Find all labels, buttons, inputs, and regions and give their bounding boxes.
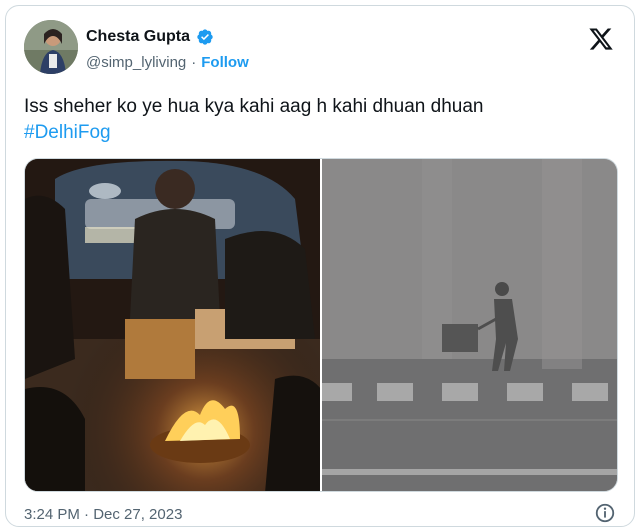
name-row: Chesta Gupta (86, 28, 214, 46)
avatar[interactable] (24, 20, 78, 74)
hashtag-link[interactable]: #DelhiFog (24, 120, 624, 146)
user-handle[interactable]: @simp_lyliving (86, 54, 186, 71)
handle-row: @simp_lyliving · Follow (86, 54, 249, 71)
verified-badge-icon (196, 28, 214, 46)
separator-dot: · (191, 54, 197, 71)
x-logo-icon[interactable] (588, 26, 614, 52)
tweet-timestamp[interactable]: 3:24 PM · Dec 27, 2023 (24, 506, 182, 523)
display-name[interactable]: Chesta Gupta (86, 28, 190, 46)
info-icon[interactable] (594, 502, 616, 524)
media-grid (24, 158, 618, 492)
tweet-text: Iss sheher ko ye hua kya kahi aag h kahi… (24, 94, 624, 146)
tweet-card[interactable]: Chesta Gupta @simp_lyliving · Follow Iss… (5, 5, 635, 527)
foggy-street-photo[interactable] (322, 159, 617, 491)
people-around-fire-photo[interactable] (25, 159, 320, 491)
follow-button[interactable]: Follow (201, 54, 249, 71)
tweet-body: Iss sheher ko ye hua kya kahi aag h kahi… (24, 96, 484, 117)
avatar-image (24, 20, 78, 74)
